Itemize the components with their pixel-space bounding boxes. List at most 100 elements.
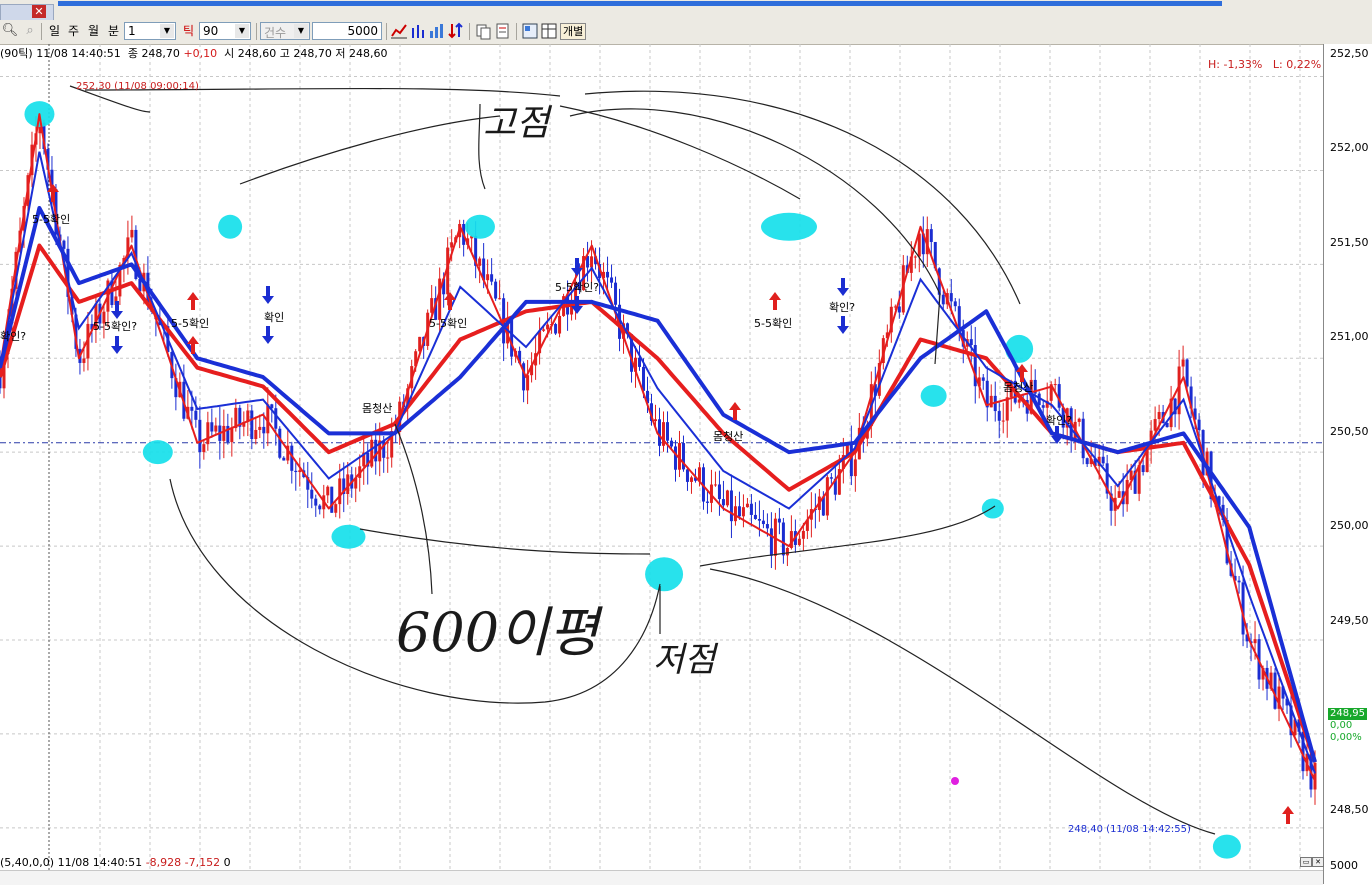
candle-down xyxy=(1141,465,1145,473)
candle-down xyxy=(510,319,514,357)
interval-select-value: 1 xyxy=(128,24,136,38)
close-panel-icon[interactable]: ✕ xyxy=(1312,857,1324,867)
candle-down xyxy=(554,324,558,334)
close-icon[interactable]: ✕ xyxy=(32,5,46,18)
indicator-params: (5,40,0,0) xyxy=(0,856,55,869)
updown-arrows-icon[interactable] xyxy=(447,22,465,40)
count-input[interactable]: 5000 xyxy=(312,22,382,40)
signal-label: 확인? xyxy=(0,330,27,343)
candle-up xyxy=(1181,359,1185,367)
info-datetime: 11/08 14:40:51 xyxy=(36,47,121,60)
candle-up xyxy=(438,278,442,320)
indicator-value-1: -8,928 xyxy=(145,856,182,869)
candle-down xyxy=(929,229,933,242)
signal-label: 5-5확인? xyxy=(93,320,138,333)
candle-series xyxy=(0,116,1317,805)
layout-icon[interactable] xyxy=(521,22,539,40)
info-change: +0,10 xyxy=(183,47,218,60)
swing-highlight xyxy=(761,212,817,241)
candle-up xyxy=(590,256,594,268)
candle-down xyxy=(757,518,761,521)
toolbar-separator xyxy=(41,23,42,40)
candle-down xyxy=(294,470,298,473)
interval-select[interactable]: 1 ▼ xyxy=(124,22,176,40)
volume-chart-icon[interactable] xyxy=(428,22,446,40)
chart-toolbar: 🔍︎ ⌕ 일 주 월 분 1 ▼ 틱 90 ▼ 건수 ▼ 5000 개별 xyxy=(0,20,1372,45)
info-close-value: 248,70 xyxy=(141,47,180,60)
grid-icon[interactable] xyxy=(540,22,558,40)
copy-icon[interactable] xyxy=(474,22,492,40)
period-minute-button[interactable]: 분 xyxy=(108,22,119,40)
low-percent: L: 0,22% xyxy=(1272,58,1322,71)
candle-down xyxy=(941,294,945,305)
candle-up xyxy=(1253,639,1257,644)
price-tick-label: 251,50 xyxy=(1330,236,1369,249)
swing-highlight xyxy=(981,498,1004,519)
info-open-label: 시 xyxy=(224,47,235,60)
indicator-axis-value: 5000 xyxy=(1330,859,1358,872)
candle-down xyxy=(981,377,985,381)
candle-up xyxy=(254,429,258,439)
bar-chart-icon[interactable] xyxy=(409,22,427,40)
price-axis[interactable] xyxy=(1323,44,1372,884)
candle-up xyxy=(258,426,262,430)
candle-down xyxy=(1197,419,1201,431)
handdrawn-arrow xyxy=(359,528,651,555)
info-open-value: 248,60 xyxy=(237,47,277,60)
change-pct-badge: 0,00% xyxy=(1330,732,1362,743)
candle-up xyxy=(1053,384,1057,386)
candle-up xyxy=(326,486,330,496)
candle-down xyxy=(657,419,661,446)
tick-select[interactable]: 90 ▼ xyxy=(199,22,251,40)
zoom-out-icon[interactable]: ⌕ xyxy=(21,22,39,40)
candle-up xyxy=(913,256,917,258)
chevron-down-icon: ▼ xyxy=(235,24,249,38)
candle-down xyxy=(777,518,781,523)
toolbar-separator xyxy=(256,23,257,40)
chevron-down-icon: ▼ xyxy=(294,24,308,38)
buy-arrow-icon xyxy=(1282,806,1294,824)
candle-down xyxy=(314,498,318,506)
settings-icon[interactable] xyxy=(494,22,512,40)
candle-down xyxy=(606,271,610,278)
line-chart-icon[interactable] xyxy=(390,22,408,40)
sell-arrow-icon xyxy=(262,286,274,304)
tick-label[interactable]: 틱 xyxy=(183,22,194,40)
minimize-icon[interactable]: ▭ xyxy=(1300,857,1312,867)
candle-down xyxy=(1237,580,1241,583)
loading-progress-bar xyxy=(58,1,1222,6)
indicator-info-bar: (5,40,0,0) 11/08 14:40:51 -8,928 -7,152 … xyxy=(0,855,1323,870)
count-select[interactable]: 건수 ▼ xyxy=(260,22,310,40)
candle-down xyxy=(210,422,214,432)
tick-select-value: 90 xyxy=(203,24,219,38)
candle-down xyxy=(949,293,953,302)
candle-up xyxy=(450,242,454,248)
candle-down xyxy=(610,277,614,283)
candle-down xyxy=(997,411,1001,421)
price-chart[interactable] xyxy=(0,44,1323,870)
magenta-dot xyxy=(951,777,959,785)
signal-label: 5-5확인? xyxy=(555,281,600,294)
candle-up xyxy=(1153,419,1157,431)
zoom-in-icon[interactable]: 🔍︎ xyxy=(1,22,19,40)
info-high-label: 고 xyxy=(279,47,290,60)
candle-up xyxy=(222,425,226,441)
candle-up xyxy=(825,477,829,516)
signal-label: 확인? xyxy=(1046,414,1073,427)
candle-down xyxy=(274,408,278,429)
candle-up xyxy=(546,324,550,330)
signal-label: 확인? xyxy=(829,301,856,314)
signal-label: 몸청산 xyxy=(362,402,393,415)
signal-label: 몸청산 xyxy=(1003,381,1034,394)
min-price-annotation: 248,40 (11/08 14:42:55) xyxy=(1068,824,1191,835)
candle-down xyxy=(62,240,66,249)
individual-button[interactable]: 개별 xyxy=(560,23,587,40)
period-day-button[interactable]: 일 xyxy=(49,22,60,40)
candle-up xyxy=(206,422,210,445)
toolbar-separator xyxy=(386,23,387,40)
period-month-button[interactable]: 월 xyxy=(88,22,99,40)
info-high-value: 248,70 xyxy=(293,47,332,60)
period-week-button[interactable]: 주 xyxy=(68,22,79,40)
candle-up xyxy=(741,507,745,517)
swing-highlight xyxy=(645,557,684,592)
